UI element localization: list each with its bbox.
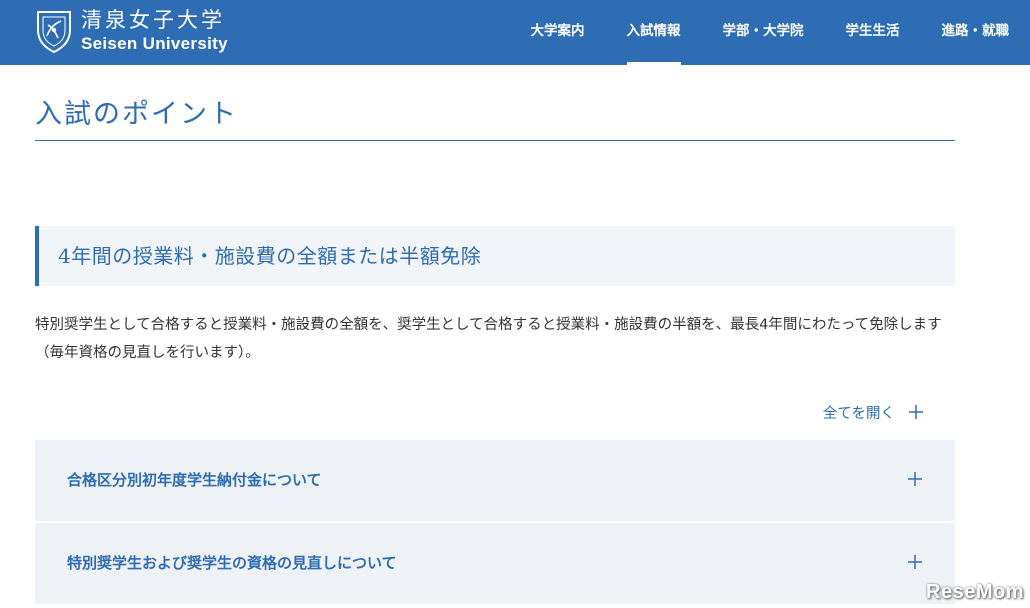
- nav-item-faculties[interactable]: 学部・大学院: [702, 0, 825, 65]
- accordion-item-scholarship-review[interactable]: 特別奨学生および奨学生の資格の見直しについて: [35, 523, 955, 604]
- accordion-item-fees[interactable]: 合格区分別初年度学生納付金について: [35, 440, 955, 521]
- accordion-item-label: 特別奨学生および奨学生の資格の見直しについて: [67, 554, 397, 572]
- nav-item-careers[interactable]: 進路・就職: [921, 0, 1030, 65]
- site-header: 清泉女子大学 Seisen University 大学案内 入試情報 学部・大学…: [0, 0, 1030, 65]
- page-title: 入試のポイント: [35, 99, 238, 130]
- accordion-item-label: 合格区分別初年度学生納付金について: [67, 471, 322, 489]
- open-all-label: 全てを開く: [822, 405, 895, 422]
- plus-icon: [908, 555, 922, 569]
- main-nav: 大学案内 入試情報 学部・大学院 学生生活 進路・就職: [510, 0, 1030, 65]
- section-heading: 4年間の授業料・施設費の全額または半額免除: [35, 226, 955, 286]
- nav-item-student-life[interactable]: 学生生活: [825, 0, 921, 65]
- resemom-watermark: ReseMom: [926, 581, 1024, 603]
- logo-japanese-name: 清泉女子大学: [81, 8, 225, 32]
- title-divider: [35, 140, 955, 141]
- open-all-button[interactable]: 全てを開く: [823, 399, 923, 425]
- nav-item-admissions[interactable]: 入試情報: [606, 0, 702, 65]
- section-body-text: 特別奨学生として合格すると授業料・施設費の全額を、奨学生として合格すると授業料・…: [35, 317, 942, 361]
- seisen-crest-icon: [37, 11, 71, 54]
- plus-icon: [909, 405, 923, 419]
- section-heading-text: 4年間の授業料・施設費の全額または半額免除: [58, 244, 482, 268]
- nav-item-about[interactable]: 大学案内: [510, 0, 606, 65]
- logo-english-name: Seisen University: [81, 34, 228, 53]
- plus-icon: [908, 472, 922, 486]
- site-logo[interactable]: 清泉女子大学 Seisen University: [35, 6, 228, 56]
